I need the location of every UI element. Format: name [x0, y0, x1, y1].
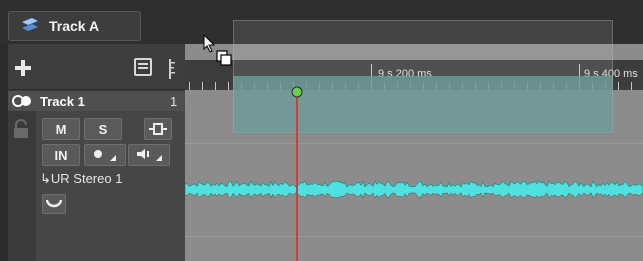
routing-output-label[interactable]: ↳UR Stereo 1: [40, 171, 122, 187]
lock-icon[interactable]: [12, 119, 30, 139]
connect-button[interactable]: [144, 118, 172, 140]
track-settings-icon[interactable]: [134, 58, 152, 76]
audio-waveform: [185, 180, 643, 199]
track-number: 1: [170, 94, 178, 109]
link-rings-icon[interactable]: [12, 94, 34, 108]
mute-button[interactable]: M: [42, 118, 80, 140]
record-enable-button[interactable]: [84, 144, 126, 166]
lane-divider: [185, 236, 643, 237]
mouse-pointer-copy-icon: [203, 34, 232, 66]
plug-icon: [149, 123, 167, 135]
project-cursor[interactable]: [296, 91, 298, 261]
solo-button[interactable]: S: [84, 118, 122, 140]
ruler-icon: [169, 59, 175, 79]
track-name: Track 1: [40, 94, 85, 109]
add-track-icon[interactable]: [13, 58, 33, 78]
cursor-head-icon[interactable]: [291, 86, 303, 98]
monitor-button[interactable]: [128, 144, 170, 166]
lane-divider: [185, 143, 643, 144]
track-tab[interactable]: Track A: [8, 11, 141, 41]
input-button[interactable]: IN: [42, 144, 80, 166]
speaker-icon: [137, 149, 162, 161]
edit-curve-icon: [46, 199, 62, 208]
track-tab-label: Track A: [49, 18, 100, 34]
track-list-icon: [22, 18, 38, 31]
edit-track-button[interactable]: [42, 194, 66, 214]
record-dot-icon: [94, 150, 116, 161]
track-row[interactable]: [8, 91, 185, 111]
track-header-toolbar: [8, 44, 185, 90]
drag-preview-frame: [233, 20, 613, 133]
